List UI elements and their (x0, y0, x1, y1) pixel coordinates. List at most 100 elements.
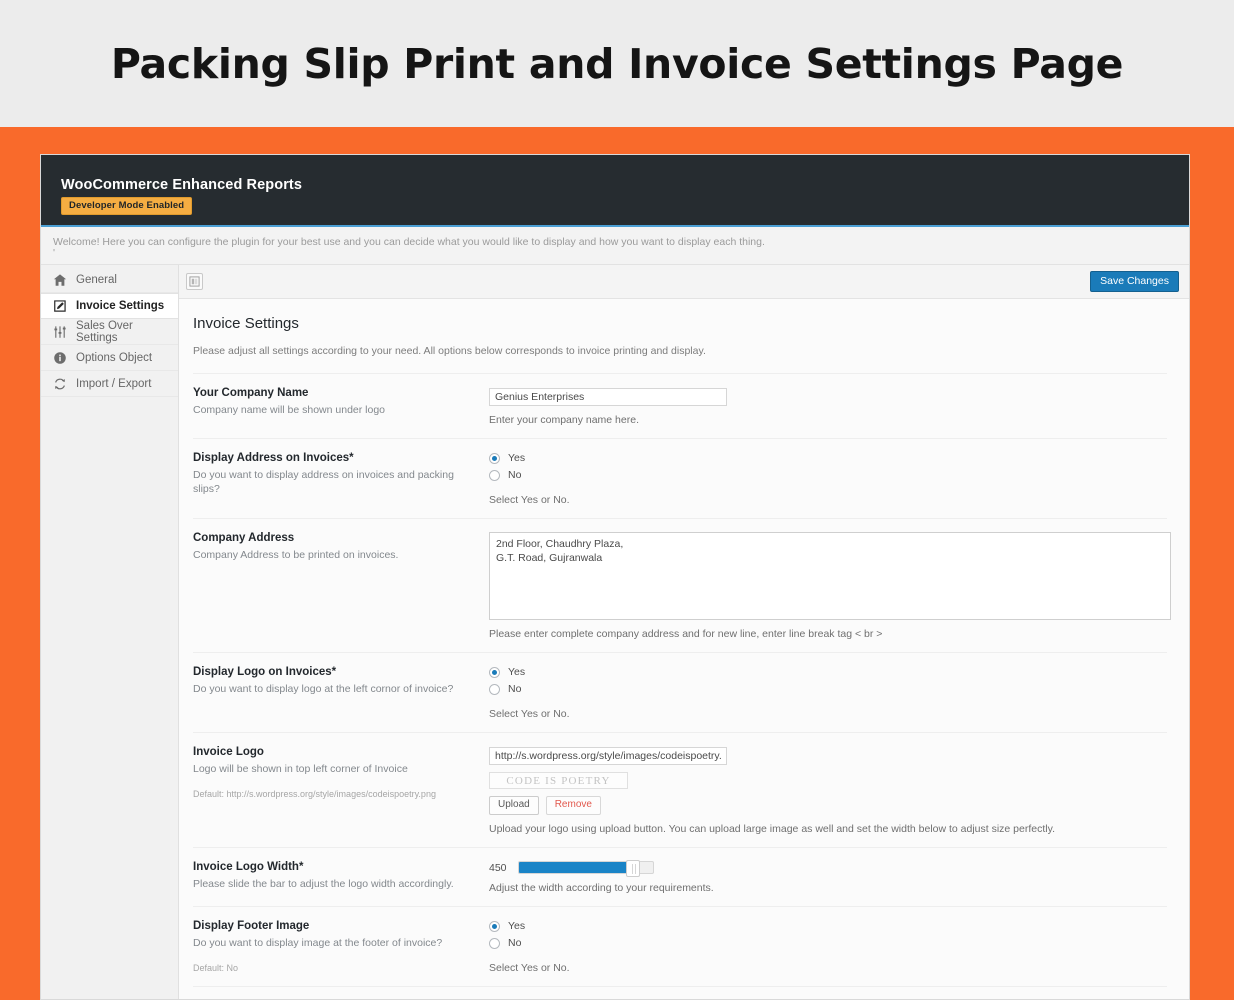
field-input-column: Yes No Select Yes or No. (489, 666, 1167, 720)
field-label-column: Display Address on Invoices* Do you want… (193, 452, 489, 506)
upload-button[interactable]: Upload (489, 796, 539, 815)
display-address-radio-group: Yes No (489, 452, 1167, 481)
save-changes-button[interactable]: Save Changes (1090, 270, 1179, 293)
field-input-column: CODE IS POETRY Upload Remove Upload your… (489, 746, 1167, 835)
field-help: Upload your logo using upload button. Yo… (489, 823, 1056, 835)
main-content: Save Changes Invoice Settings Please adj… (179, 265, 1189, 999)
sidebar-item-label: Sales Over Settings (76, 320, 133, 344)
field-default-value: Default: No (193, 963, 239, 973)
page-title: Invoice Settings (193, 315, 299, 332)
slider-handle[interactable] (626, 860, 641, 877)
remove-button[interactable]: Remove (545, 796, 601, 815)
field-label-column: Display Footer Image Do you want to disp… (193, 920, 489, 974)
radio-option-yes[interactable]: Yes (489, 920, 1167, 932)
field-input-column: Yes No Select Yes or No. (489, 920, 1167, 974)
radio-label: Yes (508, 920, 526, 932)
field-subtitle: Company Address to be printed on invoice… (193, 549, 399, 561)
field-title: Invoice Logo Width* (193, 861, 304, 873)
field-display-address: Display Address on Invoices* Do you want… (193, 438, 1167, 518)
field-subtitle: Company name will be shown under logo (193, 404, 386, 416)
invoice-logo-url-input[interactable] (489, 747, 727, 765)
home-icon (52, 273, 67, 288)
radio-label: No (508, 937, 522, 949)
radio-button[interactable] (489, 920, 500, 932)
field-input-column: 2nd Floor, Chaudhry Plaza, G.T. Road, Gu… (489, 532, 1171, 640)
field-invoice-logo: Invoice Logo Logo will be shown in top l… (193, 732, 1167, 847)
sidebar-item-options-object[interactable]: Options Object (41, 345, 178, 371)
sidebar-item-label: Invoice Settings (76, 300, 165, 312)
field-input-column: Enter your company name here. (489, 387, 1167, 426)
developer-mode-badge: Developer Mode Enabled (61, 197, 193, 215)
field-logo-width: Invoice Logo Width* Please slide the bar… (193, 847, 1167, 906)
field-title: Company Address (193, 532, 295, 544)
page-banner: Packing Slip Print and Invoice Settings … (0, 0, 1234, 127)
field-help: Select Yes or No. (489, 708, 570, 720)
welcome-strip: Welcome! Here you can configure the plug… (41, 227, 1189, 265)
sidebar-item-general[interactable]: General (41, 267, 178, 293)
field-help: Enter your company name here. (489, 414, 639, 426)
radio-button[interactable] (489, 452, 500, 464)
radio-button[interactable] (489, 937, 500, 949)
field-title: Invoice Logo (193, 746, 264, 758)
radio-button[interactable] (489, 469, 500, 481)
slider-value: 450 (489, 861, 507, 874)
field-help: Adjust the width according to your requi… (489, 882, 714, 894)
sidebar: General Invoice Settings Sales Over Sett… (41, 265, 179, 999)
app-window: WooCommerce Enhanced Reports Developer M… (40, 154, 1190, 1000)
slider-fill (519, 862, 632, 873)
field-company-name: Your Company Name Company name will be s… (193, 373, 1167, 438)
field-label-column: Invoice Logo Logo will be shown in top l… (193, 746, 489, 835)
field-title: Display Footer Image (193, 920, 310, 932)
field-subtitle: Logo will be shown in top left corner of… (193, 763, 408, 775)
sidebar-item-invoice-settings[interactable]: Invoice Settings (41, 293, 178, 319)
content-toolbar: Save Changes (179, 265, 1189, 299)
radio-button[interactable] (489, 683, 500, 695)
welcome-message: Welcome! Here you can configure the plug… (53, 236, 765, 248)
field-label-column: Your Company Name Company name will be s… (193, 387, 489, 426)
sliders-icon (52, 325, 67, 340)
radio-option-no[interactable]: No (489, 937, 1167, 949)
radio-option-no[interactable]: No (489, 683, 1167, 695)
radio-option-no[interactable]: No (489, 469, 1167, 481)
field-company-address: Company Address Company Address to be pr… (193, 518, 1171, 652)
welcome-message-secondary: ' (53, 247, 56, 259)
radio-label: Yes (508, 452, 526, 464)
logo-width-slider-row: 450 (489, 860, 1167, 877)
sidebar-item-import-export[interactable]: Import / Export (41, 371, 178, 397)
edit-square-icon (52, 299, 67, 314)
settings-content: Invoice Settings Please adjust all setti… (179, 299, 1189, 999)
orange-stage: WooCommerce Enhanced Reports Developer M… (0, 127, 1234, 1000)
sidebar-item-label: Options Object (76, 352, 153, 364)
field-help: Select Yes or No. (489, 494, 570, 506)
sidebar-item-sales-over-settings[interactable]: Sales Over Settings (41, 319, 178, 345)
field-subtitle: Do you want to display image at the foot… (193, 937, 443, 949)
field-display-logo: Display Logo on Invoices* Do you want to… (193, 652, 1167, 732)
app-header: WooCommerce Enhanced Reports Developer M… (41, 155, 1189, 227)
field-subtitle: Do you want to display logo at the left … (193, 683, 454, 695)
company-name-input[interactable] (489, 388, 727, 406)
panel-toggle-icon[interactable] (186, 273, 203, 290)
radio-button[interactable] (489, 666, 500, 678)
logo-action-buttons: Upload Remove (489, 796, 1167, 815)
radio-option-yes[interactable]: Yes (489, 666, 1167, 678)
app-title: WooCommerce Enhanced Reports (61, 177, 303, 193)
radio-option-yes[interactable]: Yes (489, 452, 1167, 464)
radio-label: No (508, 683, 522, 695)
field-footer-image: Display Footer Image Do you want to disp… (193, 906, 1167, 986)
radio-label: Yes (508, 666, 526, 678)
app-body: General Invoice Settings Sales Over Sett… (41, 265, 1189, 999)
sidebar-item-label: General (76, 274, 117, 286)
field-title: Display Logo on Invoices* (193, 666, 337, 678)
field-label-column: Company Address Company Address to be pr… (193, 532, 489, 640)
field-title: Your Company Name (193, 387, 309, 399)
field-help: Please enter complete company address an… (489, 628, 883, 640)
field-label-column: Display Logo on Invoices* Do you want to… (193, 666, 489, 720)
company-address-textarea[interactable]: 2nd Floor, Chaudhry Plaza, G.T. Road, Gu… (489, 532, 1171, 620)
logo-width-slider[interactable] (518, 860, 654, 877)
field-subtitle: Please slide the bar to adjust the logo … (193, 878, 454, 890)
field-label-column: Invoice Logo Width* Please slide the bar… (193, 861, 489, 894)
field-row-divider (193, 986, 1167, 999)
radio-label: No (508, 469, 522, 481)
footer-image-radio-group: Yes No (489, 920, 1167, 949)
field-input-column: 450 Adjust the width according to your r… (489, 860, 1167, 894)
